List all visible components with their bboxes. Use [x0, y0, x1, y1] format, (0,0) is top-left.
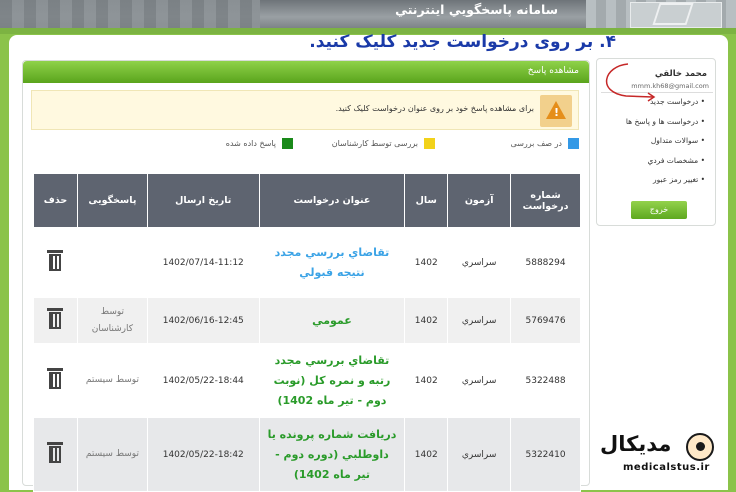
- instruction-caption: ۴. بر روی درخواست جدید کلیک کنید.: [309, 32, 616, 52]
- table-row[interactable]: 5322488 سراسري 1402 تقاضاي بررسي مجدد رت…: [33, 343, 581, 418]
- year: 1402: [404, 343, 449, 418]
- watermark-url: medicalstus.ir: [623, 462, 710, 473]
- menu-item-faq[interactable]: سوالات متداول: [626, 136, 705, 156]
- responder: [76, 227, 148, 298]
- warning-icon: !: [540, 95, 572, 127]
- menu-item-requests[interactable]: درخواست ها و پاسخ ها: [626, 117, 705, 137]
- request-subject-link[interactable]: تقاضاي بررسي مجدد رتبه و نمره کل (نوبت د…: [261, 351, 404, 411]
- request-subject-link[interactable]: دريافت شماره پرونده يا داوطلبي (دوره دوم…: [261, 425, 404, 485]
- send-date: 1402/05/22-18:44: [146, 343, 260, 418]
- logout-button[interactable]: خروج: [631, 201, 687, 219]
- exam-name: سراسري: [447, 227, 512, 298]
- notice-box: ! برای مشاهده پاسخ خود بر روی عنوان درخو…: [31, 90, 579, 130]
- panel-header: مشاهده پاسخ: [23, 61, 589, 83]
- exam-name: سراسري: [447, 417, 512, 492]
- col-header-exam: آزمون: [447, 173, 512, 228]
- col-header-responder: پاسخگويی: [76, 173, 148, 228]
- request-subject-link[interactable]: تقاضاي بررسي مجدد نتيجه قبولي: [261, 243, 404, 283]
- exam-name: سراسري: [447, 343, 512, 418]
- panel-title: مشاهده پاسخ: [527, 66, 579, 76]
- send-date: 1402/06/16-12:45: [146, 297, 260, 344]
- logo-emblem-icon: [652, 3, 694, 25]
- requests-table: شماره درخواست آزمون سال عنوان درخواست تا…: [33, 173, 581, 492]
- legend-item-review: بررسی توسط کارشناسان: [332, 138, 435, 149]
- menu-item-change-password[interactable]: تغيير رمز عبور: [626, 175, 705, 195]
- col-header-subject: عنوان درخواست: [258, 173, 406, 228]
- year: 1402: [404, 417, 449, 492]
- request-id: 5322410: [510, 417, 581, 492]
- table-header-row: شماره درخواست آزمون سال عنوان درخواست تا…: [33, 173, 581, 228]
- send-date: 1402/07/14-11:12: [146, 227, 260, 298]
- request-subject-link[interactable]: عمومي: [261, 311, 404, 331]
- banner-ornament: [0, 0, 260, 28]
- table-row[interactable]: 5888294 سراسري 1402 تقاضاي بررسي مجدد نت…: [33, 227, 581, 298]
- year: 1402: [404, 297, 449, 344]
- watermark-brand: مدیکال: [600, 432, 672, 456]
- request-id: 5322488: [510, 343, 581, 418]
- side-menu: درخواست جديد درخواست ها و پاسخ ها سوالات…: [626, 97, 705, 195]
- table-row[interactable]: 5322410 سراسري 1402 دريافت شماره پرونده …: [33, 417, 581, 492]
- col-header-date: تاريخ ارسال: [146, 173, 260, 228]
- legend-swatch: [424, 138, 435, 149]
- system-title: سامانه پاسخگويي اينترنتي: [395, 2, 558, 17]
- legend-swatch: [568, 138, 579, 149]
- legend-item-queue: در صف بررسی: [511, 138, 579, 149]
- exam-name: سراسري: [447, 297, 512, 344]
- responder: توسط کارشناسان: [76, 297, 148, 344]
- red-arrow-icon: [606, 63, 656, 102]
- responder: توسط سيستم: [76, 417, 148, 492]
- request-id: 5769476: [510, 297, 581, 344]
- main-panel: مشاهده پاسخ ! برای مشاهده پاسخ خود بر رو…: [22, 60, 590, 492]
- col-header-id: شماره درخواست: [510, 173, 581, 228]
- delete-trash-icon[interactable]: [47, 368, 64, 390]
- notice-text: برای مشاهده پاسخ خود بر روی عنوان درخواس…: [335, 104, 534, 113]
- year: 1402: [404, 227, 449, 298]
- request-id: 5888294: [510, 227, 581, 298]
- responder: توسط سيستم: [76, 343, 148, 418]
- table-row[interactable]: 5769476 سراسري 1402 عمومي 1402/06/16-12:…: [33, 297, 581, 344]
- legend-swatch: [282, 138, 293, 149]
- legend-item-answered: پاسخ داده شده: [226, 138, 293, 149]
- delete-trash-icon[interactable]: [47, 308, 64, 330]
- col-header-year: سال: [404, 173, 449, 228]
- col-header-delete: حذف: [33, 173, 78, 228]
- delete-trash-icon[interactable]: [47, 250, 64, 272]
- send-date: 1402/05/22-18:42: [146, 417, 260, 492]
- delete-trash-icon[interactable]: [47, 442, 64, 464]
- menu-item-profile[interactable]: مشخصات فردي: [626, 156, 705, 176]
- brand-logo-icon: [686, 433, 714, 461]
- top-banner: سامانه پاسخگويي اينترنتي: [0, 0, 736, 28]
